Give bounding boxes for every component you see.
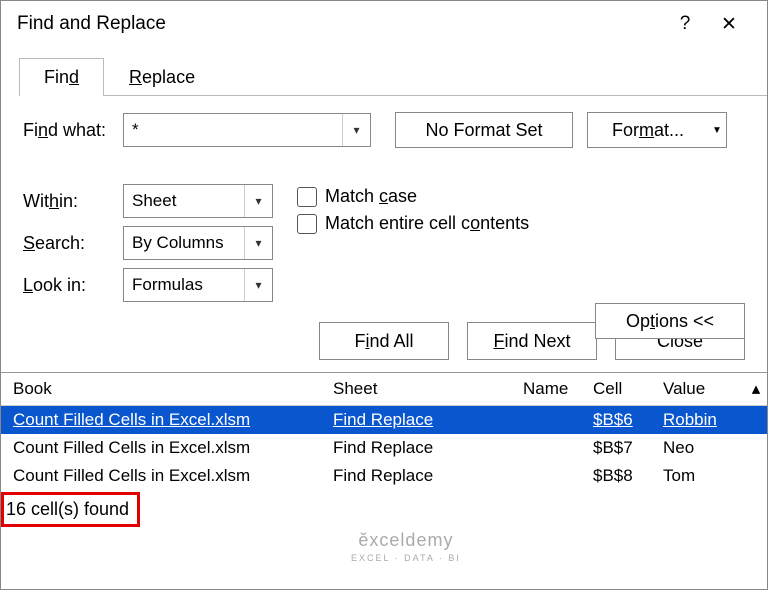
help-button[interactable]: ?	[663, 13, 707, 35]
col-name[interactable]: Name	[523, 379, 593, 399]
find-all-button[interactable]: Find All	[319, 322, 449, 360]
results-list: Book Sheet Name Cell Value ▴ Count Fille…	[1, 372, 767, 490]
results-header: Book Sheet Name Cell Value ▴	[1, 373, 767, 406]
chevron-down-icon[interactable]: ▾	[244, 269, 272, 301]
col-cell[interactable]: Cell	[593, 379, 663, 399]
search-label: Search:	[23, 233, 123, 254]
no-format-button[interactable]: No Format Set	[395, 112, 573, 148]
table-row[interactable]: Count Filled Cells in Excel.xlsm Find Re…	[1, 434, 767, 462]
close-icon[interactable]: ✕	[707, 13, 751, 36]
tab-strip: Find Replace	[19, 57, 767, 96]
find-what-label: Find what:	[23, 120, 123, 141]
chevron-down-icon[interactable]: ▾	[342, 114, 370, 146]
search-select[interactable]: By Columns ▾	[123, 226, 273, 260]
within-select[interactable]: Sheet ▾	[123, 184, 273, 218]
match-case-checkbox[interactable]: Match case	[297, 186, 529, 207]
find-what-input[interactable]: * ▾	[123, 113, 371, 147]
format-button[interactable]: Format... ▼	[587, 112, 727, 148]
checkbox-icon	[297, 214, 317, 234]
find-what-value: *	[124, 120, 342, 140]
dialog-title: Find and Replace	[17, 13, 663, 35]
tab-replace[interactable]: Replace	[104, 58, 220, 96]
caret-down-icon[interactable]: ▼	[708, 125, 726, 136]
col-book[interactable]: Book	[13, 379, 333, 399]
match-entire-checkbox[interactable]: Match entire cell contents	[297, 213, 529, 234]
col-value[interactable]: Value	[663, 379, 747, 399]
col-sheet[interactable]: Sheet	[333, 379, 523, 399]
table-row[interactable]: Count Filled Cells in Excel.xlsm Find Re…	[1, 406, 767, 434]
checkbox-icon	[297, 187, 317, 207]
tab-find[interactable]: Find	[19, 58, 104, 96]
chevron-down-icon[interactable]: ▾	[244, 227, 272, 259]
table-row[interactable]: Count Filled Cells in Excel.xlsm Find Re…	[1, 462, 767, 490]
find-next-button[interactable]: Find Next	[467, 322, 597, 360]
chevron-down-icon[interactable]: ▾	[244, 185, 272, 217]
watermark: ĕxceldemyEXCEL · DATA · BI	[351, 531, 461, 564]
find-panel: Find what: * ▾ No Format Set Format... ▼…	[1, 96, 767, 306]
options-button[interactable]: Options <<	[595, 303, 745, 339]
lookin-select[interactable]: Formulas ▾	[123, 268, 273, 302]
scrollbar-up-icon[interactable]: ▴	[747, 379, 765, 399]
lookin-label: Look in:	[23, 275, 123, 296]
status-text: 16 cell(s) found	[1, 492, 140, 527]
title-bar: Find and Replace ? ✕	[1, 1, 767, 47]
within-label: Within:	[23, 191, 123, 212]
